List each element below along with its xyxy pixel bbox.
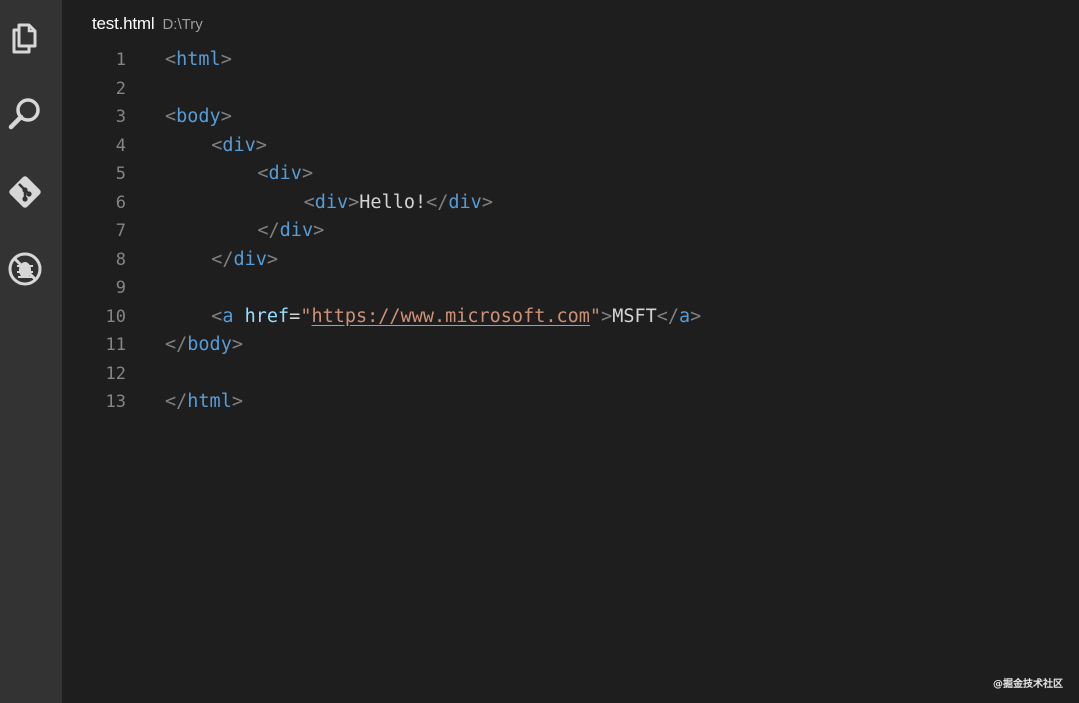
search-icon [8,98,40,130]
tag-bracket: > [690,305,702,327]
line-number: 1 [115,50,126,70]
tag-bracket: > [220,49,232,70]
tag-bracket: </ [257,220,280,241]
tag-bracket: < [211,305,223,327]
files-icon [12,23,37,54]
tag-bracket: > [255,134,267,156]
tag-name: div [222,134,256,156]
file-path: D:\Try [162,16,203,33]
explorer-button[interactable] [0,13,50,63]
tag-name: a [679,305,691,327]
code-line: 3 <body> [62,103,1062,132]
attribute-name: href [244,305,290,327]
line-content: <html> [165,46,232,75]
debug-button[interactable] [0,244,50,294]
attribute-quote: " [589,305,602,327]
code-line: 9 [62,274,1062,303]
line-number: 8 [115,249,126,270]
code-line: 7 </div> [62,217,1062,246]
tag-name: div [268,163,302,184]
tag-name: div [314,191,349,213]
text-content: Hello! [359,191,427,213]
tag-bracket: </ [211,248,234,270]
code-line: 8 </div> [62,246,1062,275]
tag-bracket: < [303,191,315,213]
tag-name: html [187,391,232,412]
tag-bracket: > [231,391,243,412]
line-content: <div>Hello!</div> [304,189,493,218]
tag-bracket: </ [656,305,680,327]
line-number: 3 [115,107,126,127]
tag-bracket: </ [165,334,188,355]
tag-name: html [176,49,221,70]
code-line: 11 </body> [62,331,1062,360]
line-content: <a href="https://www.microsoft.com">MSFT… [211,303,701,332]
line-number: 10 [105,306,126,327]
tag-bracket: > [348,191,360,213]
code-line: 5 <div> [62,160,1062,189]
attribute-quote: " [300,305,312,327]
line-content: <div> [257,160,313,189]
tag-bracket: < [165,49,177,70]
tag-name: body [176,106,221,127]
line-content: </html> [165,388,243,417]
line-number: 2 [115,78,126,99]
tag-bracket: < [257,163,269,184]
tag-name: body [187,334,232,355]
search-button[interactable] [0,89,50,139]
tag-name: div [233,248,267,270]
file-name[interactable]: test.html [92,14,155,34]
editor-area: test.html D:\Try 1 <html> 2 3 <body> 4 <div> 5 <… [62,0,1079,703]
code-line: 2 [62,75,1062,104]
tag-name: div [279,220,314,241]
code-editor[interactable]: 1 <html> 2 3 <body> 4 <div> 5 <div> 6 <div>Hello!<… [62,46,1062,417]
tag-bracket: </ [426,191,449,213]
tag-bracket: > [220,106,232,127]
tag-bracket: > [266,248,279,270]
source-control-icon [9,176,41,208]
tag-name: div [448,191,482,213]
line-number: 12 [105,363,126,384]
code-line: 10 <a href="https://www.microsoft.com">MS… [62,303,1062,332]
tag-bracket: > [231,334,243,355]
code-line: 1 <html> [62,46,1062,75]
tag-bracket: < [211,134,223,156]
code-line: 4 <div> [62,132,1062,161]
tag-bracket: < [165,106,177,127]
line-content: </div> [257,217,324,246]
tag-bracket: </ [165,391,188,412]
line-content: <body> [165,103,232,132]
line-number: 13 [105,392,126,412]
tag-bracket: > [601,305,613,327]
line-number: 11 [105,335,126,355]
line-content: <div> [211,132,267,161]
code-line: 6 <div>Hello!</div> [62,189,1062,218]
editor-title: test.html D:\Try [92,14,203,38]
activity-bar [0,0,62,703]
line-content: </body> [165,331,243,360]
tag-bracket: > [301,163,314,184]
line-number: 5 [115,164,126,184]
attribute-equals: = [289,305,301,327]
line-content: </div> [211,246,278,275]
source-control-button[interactable] [0,167,50,217]
debug-icon [8,252,42,286]
tag-bracket: > [481,191,493,213]
editor-window: test.html D:\Try 1 <html> 2 3 <body> 4 <div> 5 <… [0,0,1079,703]
code-line: 12 [62,360,1062,389]
line-number: 4 [115,135,126,156]
tag-bracket: > [313,220,325,241]
line-number: 6 [115,192,126,213]
line-number: 9 [115,278,126,298]
tag-name: a [222,305,234,327]
line-number: 7 [115,221,126,241]
text-content: MSFT [612,305,657,327]
watermark: @掘金技术社区 [993,679,1063,690]
attribute-url-link[interactable]: https://www.microsoft.com [311,306,589,327]
code-line: 13 </html> [62,388,1062,417]
